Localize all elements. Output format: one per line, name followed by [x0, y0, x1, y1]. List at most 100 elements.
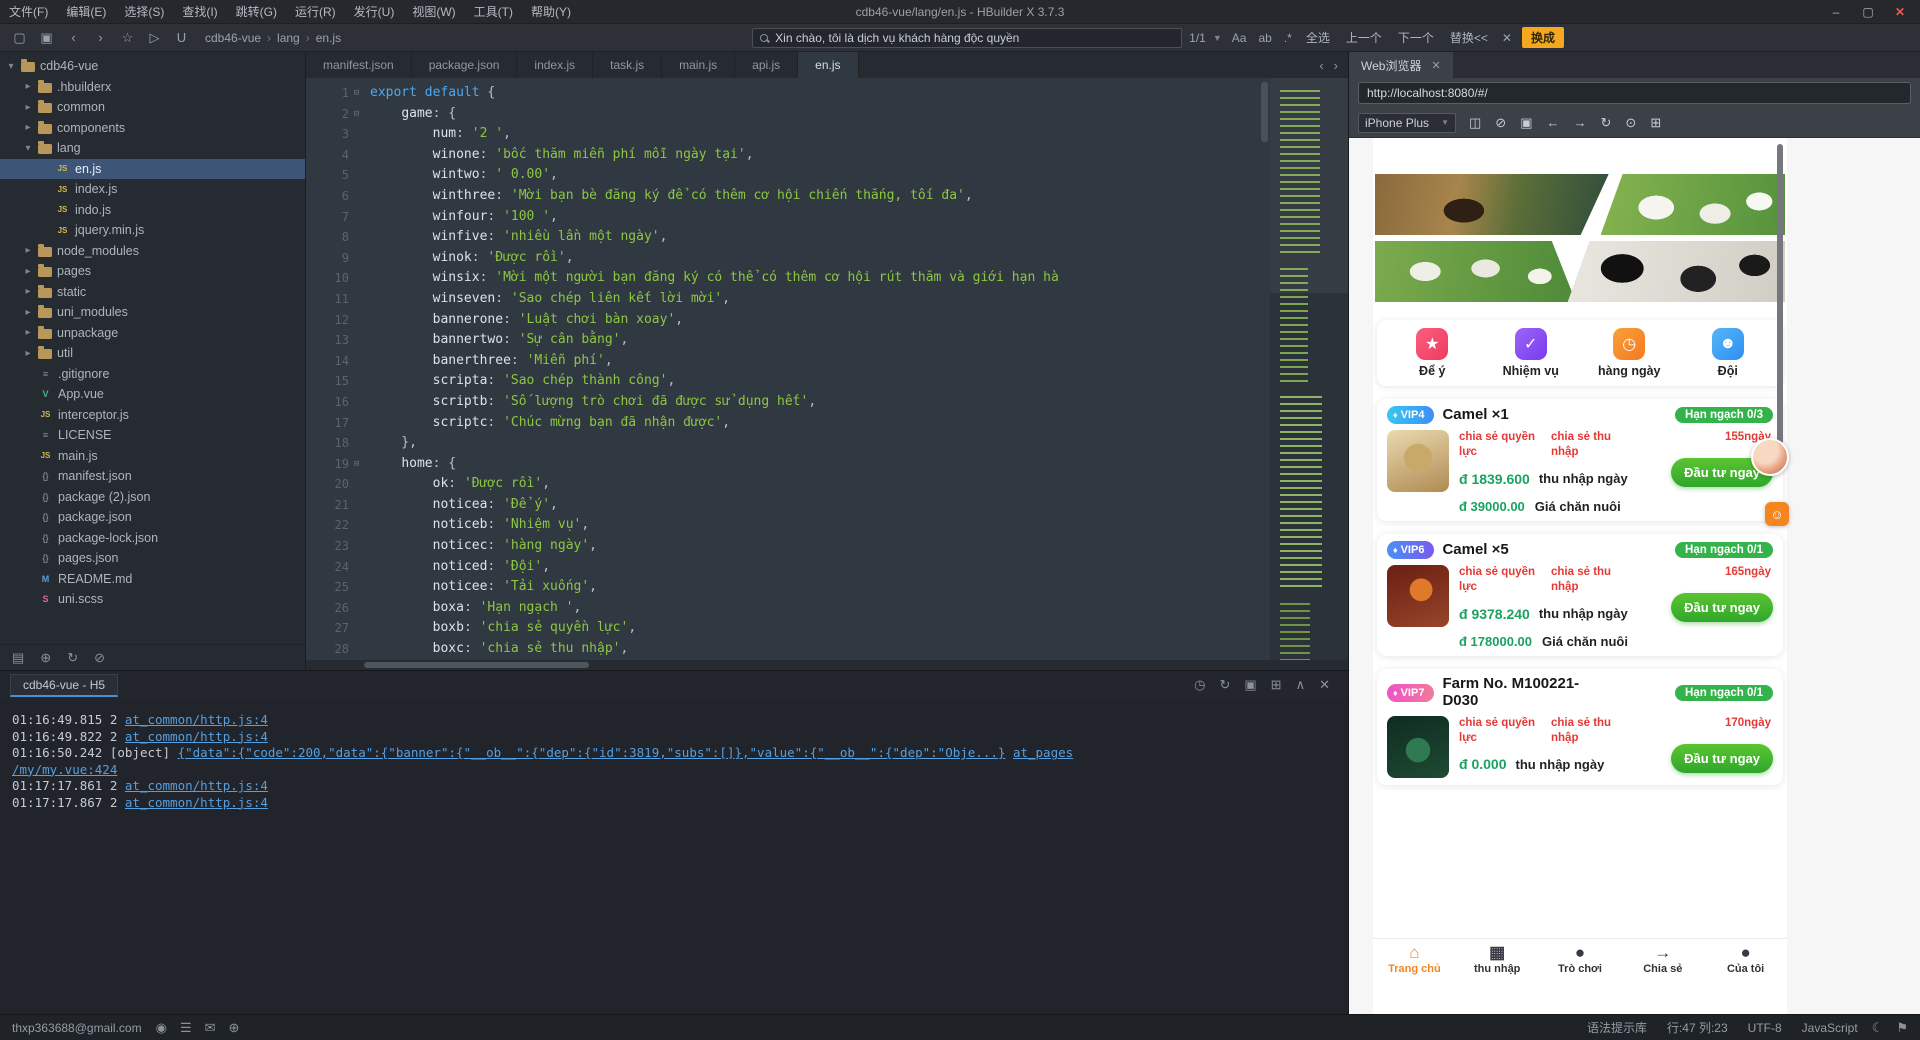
- replace-with-chip[interactable]: 换成: [1521, 27, 1564, 48]
- chat-bubble-icon[interactable]: ☺: [1765, 502, 1789, 526]
- tree-item-components[interactable]: ▸ components: [0, 118, 305, 139]
- tree-item-package-lock.json[interactable]: package-lock.json: [0, 528, 305, 549]
- tree-item-node_modules[interactable]: ▸ node_modules: [0, 241, 305, 262]
- device-selector[interactable]: iPhone Plus ▼: [1358, 112, 1456, 133]
- editor-tab-package.json[interactable]: package.json: [412, 52, 518, 78]
- secure-icon[interactable]: ⊙: [1625, 115, 1636, 131]
- maximize-icon[interactable]: ▢: [1854, 5, 1882, 19]
- minimap-viewport[interactable]: [1270, 78, 1348, 293]
- forward-icon[interactable]: ›: [87, 24, 114, 52]
- uniapp-icon[interactable]: U: [168, 24, 195, 52]
- tree-item-main.js[interactable]: main.js: [0, 446, 305, 467]
- minimize-icon[interactable]: –: [1822, 5, 1850, 19]
- editor-vertical-scrollbar[interactable]: [1261, 82, 1268, 142]
- find-toggle-match-case[interactable]: Aa: [1229, 30, 1250, 46]
- tree-item-pages[interactable]: ▸ pages: [0, 261, 305, 282]
- status-item[interactable]: 语法提示库: [1587, 1019, 1647, 1036]
- page-refresh-icon[interactable]: ↻: [1601, 115, 1612, 131]
- console-link[interactable]: /my/my.vue:424: [12, 762, 117, 777]
- status-item[interactable]: UTF-8: [1748, 1021, 1782, 1035]
- tree-item-.hbuilderx[interactable]: ▸ .hbuilderx: [0, 77, 305, 98]
- page-forward-icon[interactable]: →: [1574, 115, 1587, 131]
- tree-item-static[interactable]: ▸ static: [0, 282, 305, 303]
- console-link[interactable]: at_common/http.js:4: [125, 778, 268, 793]
- find-close-icon[interactable]: ✕: [1499, 31, 1515, 45]
- browser-tab[interactable]: Web浏览器 ✕: [1349, 52, 1453, 78]
- find-input-box[interactable]: [752, 27, 1183, 48]
- menubar-item[interactable]: 发行(U): [345, 0, 404, 23]
- nav-Chia sẻ[interactable]: → Chia sẻ: [1621, 944, 1704, 975]
- tree-item-interceptor.js[interactable]: interceptor.js: [0, 405, 305, 426]
- clear-console-icon[interactable]: ▣: [1244, 677, 1256, 693]
- tree-item-LICENSE[interactable]: LICENSE: [0, 425, 305, 446]
- fold-icon[interactable]: ⊟: [351, 104, 362, 125]
- outline-icon[interactable]: ☰: [180, 1020, 192, 1036]
- invest-button[interactable]: Đầu tư ngay: [1671, 593, 1773, 622]
- find-toggle-regex[interactable]: .*: [1281, 30, 1295, 46]
- horizontal-scrollbar-thumb[interactable]: [364, 662, 589, 668]
- save-icon[interactable]: ▣: [33, 24, 60, 52]
- tree-item-en.js[interactable]: en.js: [0, 158, 305, 179]
- rerun-icon[interactable]: ↻: [1219, 677, 1230, 693]
- console-link[interactable]: at_common/http.js:4: [125, 795, 268, 810]
- editor-tab-manifest.json[interactable]: manifest.json: [306, 52, 412, 78]
- run-icon[interactable]: ▷: [141, 24, 168, 52]
- tree-item-package (2).json[interactable]: package (2).json: [0, 487, 305, 508]
- menubar-item[interactable]: 跳转(G): [227, 0, 286, 23]
- tree-item-README.md[interactable]: README.md: [0, 569, 305, 590]
- breadcrumb-item[interactable]: en.js: [316, 31, 341, 45]
- console-link[interactable]: at_pages: [1013, 745, 1073, 760]
- nav-Trò chơi[interactable]: ● Trò chơi: [1539, 944, 1622, 975]
- console-tab[interactable]: cdb46-vue - H5: [10, 673, 119, 697]
- menubar-item[interactable]: 文件(F): [0, 0, 57, 23]
- find-toggle-whole-word[interactable]: ab: [1255, 30, 1274, 46]
- menubar-item[interactable]: 查找(I): [173, 0, 226, 23]
- editor-tab-task.js[interactable]: task.js: [593, 52, 663, 78]
- customer-service-avatar[interactable]: [1751, 438, 1789, 476]
- status-item[interactable]: JavaScript: [1802, 1021, 1858, 1035]
- find-next-button[interactable]: 下一个: [1394, 28, 1438, 47]
- tree-item-common[interactable]: ▸ common: [0, 97, 305, 118]
- chevron-down-icon[interactable]: ▼: [1213, 33, 1222, 43]
- editor-tab-api.js[interactable]: api.js: [735, 52, 799, 78]
- notification-icon[interactable]: ⚑: [1896, 1020, 1908, 1036]
- tree-item-cdb46-vue[interactable]: ▾ cdb46-vue: [0, 56, 305, 77]
- tree-item-indo.js[interactable]: indo.js: [0, 200, 305, 221]
- collapse-panel-icon[interactable]: ∧: [1296, 677, 1306, 693]
- quick-action-hàng ngày[interactable]: ◷ hàng ngày: [1580, 328, 1679, 378]
- close-console-icon[interactable]: ✕: [1319, 677, 1330, 693]
- editor-tab-en.js[interactable]: en.js: [798, 52, 859, 78]
- console-link[interactable]: {"data":{"code":200,"data":{"banner":{"_…: [178, 745, 1006, 760]
- new-file-icon[interactable]: ▢: [6, 24, 33, 52]
- tree-item-index.js[interactable]: index.js: [0, 179, 305, 200]
- status-item[interactable]: 行:47 列:23: [1667, 1019, 1728, 1036]
- menubar-item[interactable]: 视图(W): [403, 0, 464, 23]
- quick-action-Đội[interactable]: ☻ Đội: [1679, 328, 1778, 378]
- account-icon[interactable]: ◉: [156, 1020, 167, 1036]
- filter-icon[interactable]: ⊘: [94, 650, 105, 666]
- plugin-icon[interactable]: ⊕: [229, 1020, 240, 1036]
- minimap[interactable]: [1270, 78, 1348, 660]
- tree-item-package.json[interactable]: package.json: [0, 507, 305, 528]
- tab-scroll-right-icon[interactable]: ›: [1330, 58, 1342, 73]
- quick-action-Để ý[interactable]: ★ Để ý: [1383, 328, 1482, 378]
- find-select-all-button[interactable]: 全选: [1302, 28, 1334, 47]
- tree-item-.gitignore[interactable]: .gitignore: [0, 364, 305, 385]
- tab-scroll-left-icon[interactable]: ‹: [1315, 58, 1327, 73]
- back-icon[interactable]: ‹: [60, 24, 87, 52]
- message-icon[interactable]: ✉: [205, 1020, 216, 1036]
- close-browser-tab-icon[interactable]: ✕: [1431, 59, 1440, 72]
- tree-item-uni_modules[interactable]: ▸ uni_modules: [0, 302, 305, 323]
- find-input[interactable]: [775, 30, 1175, 45]
- code-editor[interactable]: 1 ⊟ export default {2 ⊟ game: {3 num: '2 ',…: [306, 78, 1348, 660]
- open-in-window-icon[interactable]: ⊞: [1271, 677, 1282, 693]
- add-icon[interactable]: ⊕: [40, 650, 51, 666]
- file-tree[interactable]: ▾ cdb46-vue ▸ .hbuilderx ▸ common ▸ components ▾…: [0, 52, 305, 644]
- devtools-icon[interactable]: ▣: [1520, 115, 1532, 131]
- menubar-item[interactable]: 帮助(Y): [522, 0, 580, 23]
- editor-horizontal-scrollbar[interactable]: [306, 660, 1348, 670]
- favorite-icon[interactable]: ☆: [114, 24, 141, 52]
- new-window-icon[interactable]: ◫: [1469, 115, 1481, 131]
- tree-item-manifest.json[interactable]: manifest.json: [0, 466, 305, 487]
- breadcrumb-item[interactable]: cdb46-vue: [205, 31, 261, 45]
